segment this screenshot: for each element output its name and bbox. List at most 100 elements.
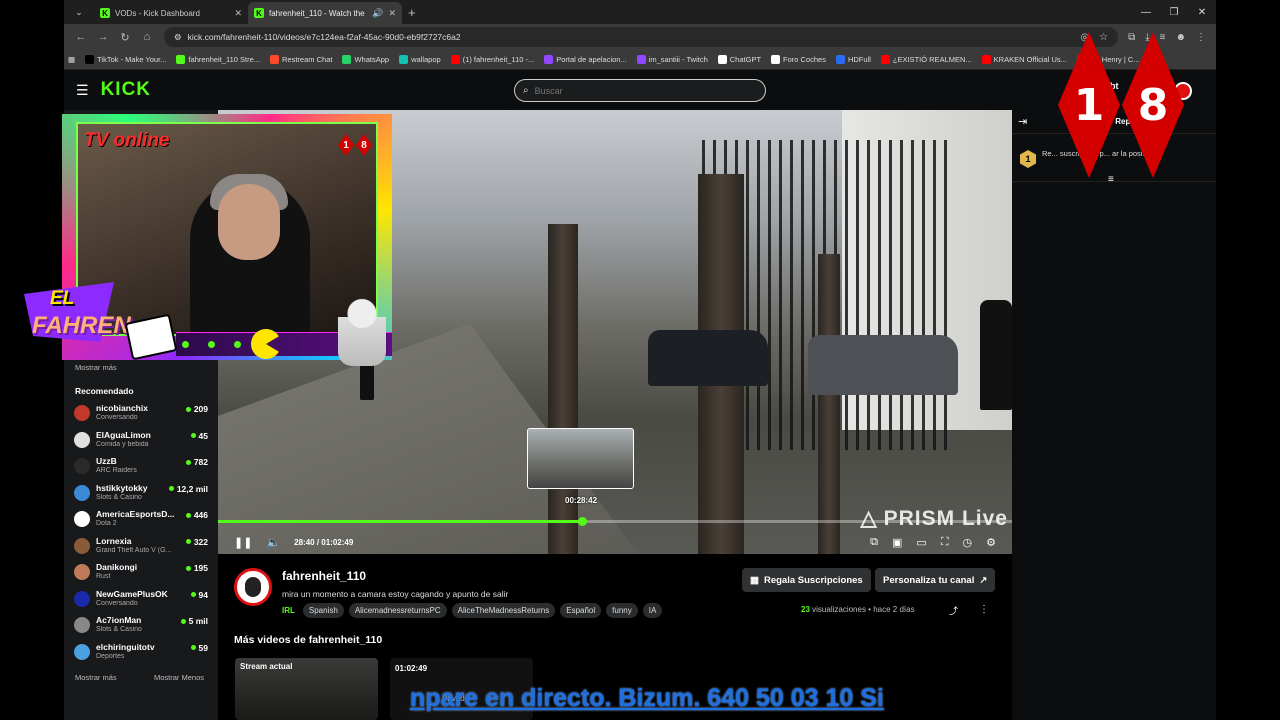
tag-chip[interactable]: Spanish [302, 603, 344, 618]
bookmark-item[interactable]: (1) fahrenheit_110 -... [450, 55, 534, 64]
back-icon[interactable]: ← [70, 31, 92, 43]
bookmark-item[interactable]: ChatGPT [717, 55, 761, 64]
site-info-icon[interactable]: ⚙ [174, 32, 182, 43]
volume-icon[interactable]: 🔈 [266, 536, 280, 549]
tab-title: VODs - Kick Dashboard [115, 8, 200, 18]
bookmark-label: Portal de apelacion... [556, 55, 627, 64]
streamer-face [218, 184, 280, 260]
home-icon[interactable]: ⌂ [136, 31, 158, 43]
new-tab-button[interactable]: + [408, 5, 416, 20]
kebab-menu-icon[interactable]: ⋮ [1196, 32, 1206, 43]
live-dot-icon [180, 618, 186, 624]
recommended-channel[interactable]: Ac7ionMan Slots & Casino 5 mil [74, 615, 208, 641]
tag-chip[interactable]: Español [560, 603, 602, 618]
hamburger-menu-icon[interactable]: ☰ [76, 82, 89, 99]
show-more-link[interactable]: Mostrar más [75, 363, 117, 372]
channel-category: Comida y bebida [96, 440, 149, 448]
recommended-channel[interactable]: elchiringuitotv Deportes 59 [74, 642, 208, 668]
tab-vods-dashboard[interactable]: K VODs - Kick Dashboard ✕ [94, 2, 248, 24]
live-dot-icon [168, 486, 174, 491]
tab-fahrenheit-video[interactable]: K fahrenheit_110 - Watch the 🔊 ✕ [248, 2, 402, 24]
kick-favicon-icon: K [254, 8, 264, 18]
channel-name[interactable]: fahrenheit_110 [282, 569, 366, 583]
pause-icon[interactable]: ❚❚ [234, 536, 252, 549]
channel-category: Conversando [96, 599, 138, 607]
settings-gear-icon[interactable]: ⚙ [986, 536, 996, 549]
progress-handle[interactable] [577, 517, 587, 526]
current-stream-thumbnail[interactable]: Stream actual [235, 658, 378, 720]
bookmark-item[interactable]: Foro Coches [771, 55, 826, 64]
prism-watermark-text: PRISM Live [883, 506, 1008, 530]
live-dot-icon [190, 592, 196, 597]
viewer-count: 12,2 mil [168, 484, 208, 494]
recommended-channel[interactable]: Danikongi Rust 195 [74, 562, 208, 588]
live-dot-icon [185, 406, 191, 412]
theater-mode-icon[interactable]: ▭ [916, 536, 926, 549]
video-progress-bar[interactable] [218, 517, 1012, 526]
customize-channel-button[interactable]: Personaliza tu canal ↗ [875, 568, 996, 592]
close-icon[interactable]: ✕ [234, 8, 242, 19]
collapse-chat-icon[interactable]: ⇥ [1018, 115, 1027, 128]
recommended-channel[interactable]: AmericaEsportsD... Dota 2 446 [74, 509, 208, 535]
more-options-icon[interactable]: ⋮ [979, 604, 989, 615]
bookmark-item[interactable]: KRAKEN Official Us... [981, 55, 1067, 64]
pellet-icon [208, 341, 215, 348]
recommended-channel[interactable]: NewGamePlusOK Conversando 94 [74, 589, 208, 615]
category-link[interactable]: IRL [282, 606, 295, 615]
bookmark-item[interactable]: Restream Chat [270, 55, 332, 64]
bookmark-item[interactable]: Portal de apelacion... [544, 55, 627, 64]
reload-icon[interactable]: ↻ [114, 31, 136, 44]
recommended-channel[interactable]: Lornexia Grand Theft Auto V (G... 322 [74, 536, 208, 562]
progress-fill [218, 520, 582, 523]
channel-avatar[interactable] [234, 568, 272, 606]
tag-chip[interactable]: IA [642, 603, 663, 618]
miniplayer-icon[interactable]: ⧉ [870, 536, 878, 549]
bookmark-favicon-icon [450, 55, 460, 64]
restore-icon[interactable]: ❐ [1160, 0, 1188, 24]
fullscreen-icon[interactable]: ⛶ [941, 536, 949, 549]
show-less-link[interactable]: Mostrar Menos [154, 673, 204, 682]
clip-icon[interactable]: ▣ [892, 536, 902, 549]
channel-avatar [74, 537, 90, 554]
search-icon: ⌕ [523, 85, 529, 96]
tag-chip[interactable]: funny [606, 603, 638, 618]
channel-category: Conversando [96, 414, 138, 421]
kick-logo[interactable]: KICK [101, 79, 151, 101]
show-more-link[interactable]: Mostrar más [75, 673, 117, 682]
gift-subs-button[interactable]: ▦ Regala Suscripciones [742, 568, 871, 592]
bookmark-label: wallapop [411, 55, 441, 64]
bookmarks-bar: ▦ TikTok - Make Your... fahrenheit_110 St… [64, 50, 1216, 70]
close-icon[interactable]: ✕ [388, 8, 396, 19]
bookmark-item[interactable]: fahrenheit_110 Stre... [176, 55, 260, 64]
recommended-channel[interactable]: hstikkytokky Slots & Casino 12,2 mil [74, 483, 208, 509]
url-field[interactable]: ⚙ kick.com/fahrenheit-110/videos/e7c124e… [164, 27, 1119, 47]
search-box[interactable]: ⌕ [514, 79, 766, 102]
recommended-channel[interactable]: ElAguaLimon Comida y bebida 45 [74, 430, 208, 456]
bookmark-item[interactable]: HDFull [835, 55, 871, 64]
minimize-icon[interactable]: — [1132, 0, 1160, 24]
tag-chip[interactable]: AliceTheMadnessReturns [451, 603, 556, 618]
bookmark-item[interactable]: im_santiii - Twitch [636, 55, 708, 64]
bookmark-item[interactable]: ¿EXISTIÓ REALMEN... [880, 55, 972, 64]
search-input[interactable] [534, 85, 735, 96]
viewer-count: 209 [185, 404, 208, 414]
tag-chip[interactable]: AlicemadnessreturnsPC [348, 603, 447, 618]
viewer-count-value: 5 mil [188, 616, 208, 626]
speaker-icon[interactable]: 🔊 [372, 8, 383, 19]
video-scene-tree [818, 254, 840, 554]
more-videos-heading: Más videos de fahrenheit_110 [234, 634, 383, 646]
bookmark-item[interactable]: WhatsApp [342, 55, 389, 64]
speed-icon[interactable]: ◷ [963, 536, 973, 549]
bookmark-item[interactable]: wallapop [399, 55, 441, 64]
customize-label: Personaliza tu canal [883, 574, 975, 586]
logo-el-text: EL [50, 288, 75, 309]
recommended-channel[interactable]: UzzB ARC Raiders 782 [74, 456, 208, 482]
current-stream-label: Stream actual [240, 662, 293, 671]
share-icon[interactable]: ⤴ [949, 604, 958, 617]
tab-search-button[interactable]: ⌄ [68, 1, 90, 23]
forward-icon[interactable]: → [92, 31, 114, 43]
apps-grid-icon[interactable]: ▦ [68, 55, 75, 64]
recommended-channel[interactable]: nicobianchix Conversando 209 [74, 403, 208, 429]
bookmark-item[interactable]: TikTok - Make Your... [85, 55, 166, 64]
window-close-icon[interactable]: ✕ [1188, 0, 1216, 24]
